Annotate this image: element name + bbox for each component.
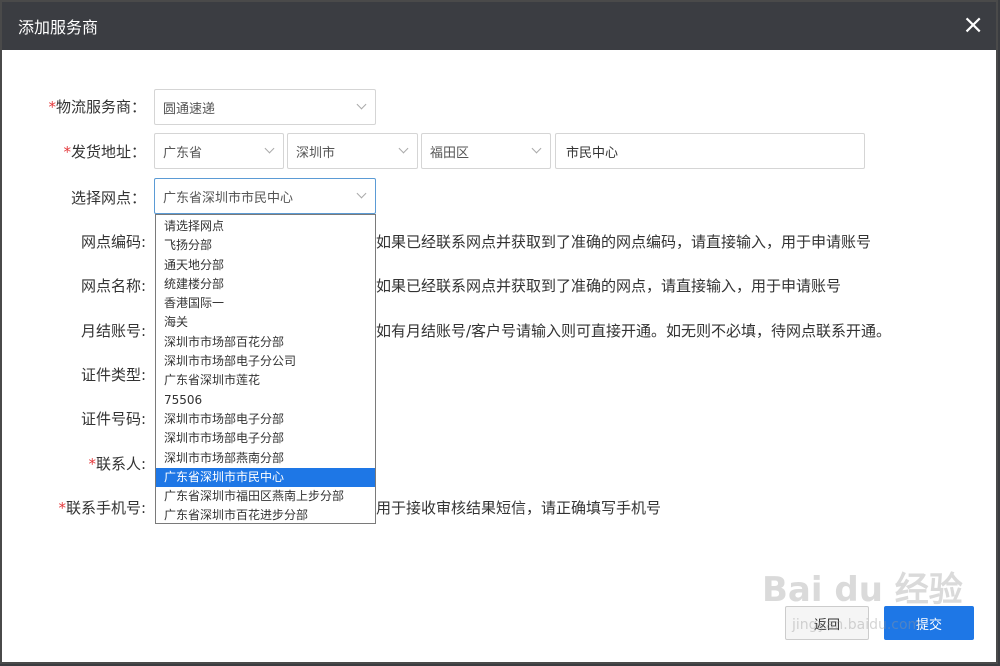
close-icon[interactable]: ×	[962, 10, 984, 40]
dialog-title: 添加服务商	[18, 18, 99, 37]
dropdown-option[interactable]: 广东省深圳市福田区燕南上步分部	[156, 487, 375, 506]
dropdown-option[interactable]: 请选择网点	[156, 217, 375, 236]
dropdown-option[interactable]: 飞扬分部	[156, 236, 375, 255]
dropdown-option[interactable]: 统建楼分部	[156, 275, 375, 294]
id-type-label: 证件类型:	[80, 366, 146, 384]
logistics-select-value: 圆通速递	[163, 101, 216, 117]
branch-select[interactable]: 广东省深圳市市民中心	[154, 178, 376, 214]
chevron-down-icon	[356, 99, 367, 110]
chevron-down-icon	[531, 143, 542, 154]
chevron-down-icon	[398, 143, 409, 154]
city-select[interactable]: 深圳市	[287, 133, 418, 169]
monthly-account-label: 月结账号:	[80, 322, 146, 340]
city-select-value: 深圳市	[296, 145, 336, 161]
chevron-down-icon	[356, 188, 367, 199]
add-provider-dialog: 添加服务商 × *物流服务商： 圆通速递 *发货地址： 广东省 深圳市 福田区 …	[0, 0, 998, 664]
id-number-label: 证件号码:	[80, 410, 146, 428]
phone-label: *联系手机号:	[58, 499, 146, 517]
branch-label: 选择网点：	[70, 189, 146, 207]
logistics-select[interactable]: 圆通速递	[154, 89, 376, 125]
dropdown-option[interactable]: 深圳市市场部百花分部	[156, 333, 375, 352]
province-select[interactable]: 广东省	[154, 133, 284, 169]
dropdown-option[interactable]: 深圳市市场部电子分公司	[156, 352, 375, 371]
chevron-down-icon	[264, 143, 275, 154]
address-label: *发货地址：	[63, 143, 146, 161]
district-select[interactable]: 福田区	[421, 133, 551, 169]
logistics-label: *物流服务商：	[48, 98, 146, 116]
dropdown-option[interactable]: 75506	[156, 391, 375, 410]
branch-select-value: 广东省深圳市市民中心	[163, 190, 294, 206]
phone-hint: 用于接收审核结果短信，请正确填写手机号	[376, 499, 662, 517]
branch-name-hint: 如果已经联系网点并获取到了准确的网点，请直接输入，用于申请账号	[376, 277, 842, 295]
branch-name-label: 网点名称:	[80, 277, 146, 295]
dropdown-option-selected[interactable]: 广东省深圳市市民中心	[156, 467, 375, 488]
dropdown-option[interactable]: 海关	[156, 313, 375, 332]
dropdown-option[interactable]: 深圳市市场部电子分部	[156, 429, 375, 448]
district-select-value: 福田区	[430, 145, 470, 161]
dropdown-option[interactable]: 深圳市市场部燕南分部	[156, 449, 375, 468]
address-detail-input[interactable]: 市民中心	[555, 133, 865, 169]
address-detail-value: 市民中心	[566, 145, 619, 161]
branch-code-label: 网点编码:	[80, 233, 146, 251]
monthly-account-hint: 如有月结账号/客户号请输入则可直接开通。如无则不必填，待网点联系开通。	[376, 322, 892, 340]
dropdown-option[interactable]: 通天地分部	[156, 256, 375, 275]
province-select-value: 广东省	[163, 145, 203, 161]
dropdown-option[interactable]: 深圳市市场部电子分部	[156, 410, 375, 429]
baidu-watermark-url: jingyan.baidu.com	[792, 617, 922, 633]
dropdown-option[interactable]: 广东省深圳市莲花	[156, 371, 375, 390]
contact-label: *联系人:	[88, 455, 146, 473]
dropdown-option[interactable]: 香港国际一	[156, 294, 375, 313]
dialog-titlebar: 添加服务商 ×	[2, 2, 996, 50]
branch-code-hint: 如果已经联系网点并获取到了准确的网点编码，请直接输入，用于申请账号	[376, 233, 872, 251]
dropdown-option[interactable]: 广东省深圳市百花进步分部	[156, 506, 375, 525]
branch-dropdown-list: 请选择网点 飞扬分部 通天地分部 统建楼分部 香港国际一 海关 深圳市市场部百花…	[155, 214, 376, 524]
baidu-watermark: Bai du 经验	[762, 570, 963, 610]
